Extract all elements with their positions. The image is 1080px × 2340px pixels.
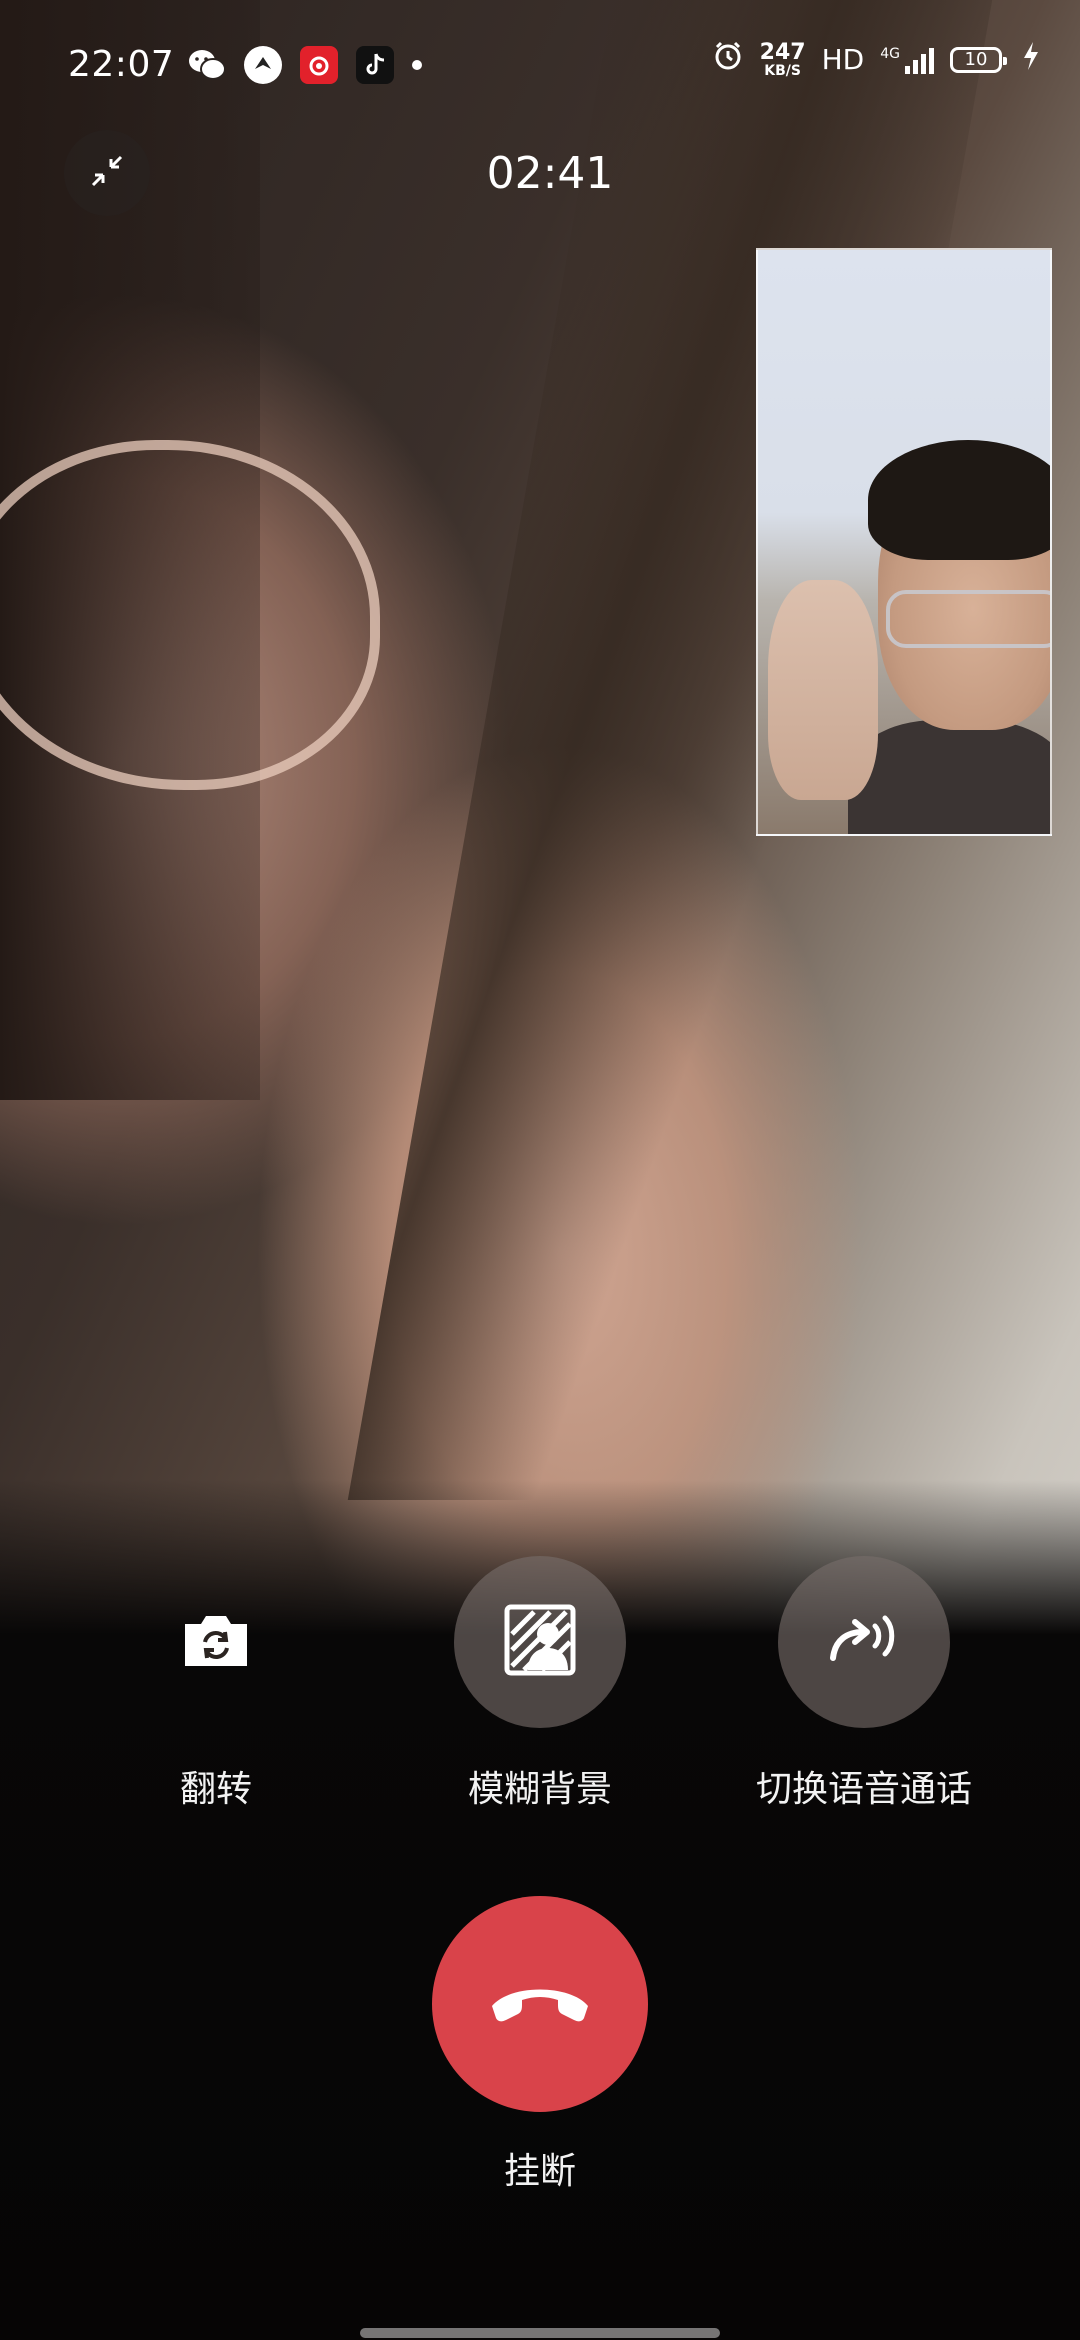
hangup-control[interactable]: 挂断 [432, 1896, 648, 2194]
minimize-button[interactable] [64, 130, 150, 216]
battery-level: 10 [964, 49, 988, 70]
phone-hangup-icon [488, 1978, 592, 2030]
minimize-icon [89, 153, 125, 193]
charging-icon [1022, 41, 1040, 78]
system-icons: 247 KB/S HD 4G 10 [712, 40, 1040, 79]
network-speed: 247 KB/S [759, 39, 806, 79]
flip-camera-button[interactable] [130, 1556, 302, 1728]
call-duration: 02:41 [486, 148, 614, 199]
notification-icons [188, 46, 422, 84]
tiktok-icon [356, 46, 394, 84]
hangup-label: 挂断 [503, 2151, 576, 2192]
video-call-screen: 22:07 247 KB/S HD 4G 10 02:41 翻转 模糊背景 切换… [0, 0, 1080, 2340]
wechat-icon [188, 46, 226, 84]
switch-voice-label: 切换语音通话 [755, 1769, 972, 1810]
switch-voice-button[interactable] [778, 1556, 950, 1728]
hangup-button[interactable] [432, 1896, 648, 2112]
status-time: 22:07 [68, 44, 175, 85]
flip-camera-label: 翻转 [179, 1769, 252, 1810]
status-bar: 22:07 247 KB/S HD 4G 10 [0, 0, 1080, 130]
alarm-icon [712, 40, 744, 79]
blur-background-button[interactable] [454, 1556, 626, 1728]
netease-music-icon [300, 46, 338, 84]
battery-icon: 10 [950, 46, 1007, 73]
local-video-preview[interactable] [756, 248, 1052, 836]
blur-background-control[interactable]: 模糊背景 [420, 1556, 660, 1812]
voice-call-switch-icon [827, 1612, 901, 1672]
more-notifications-dot [412, 60, 422, 70]
hd-indicator: HD [821, 43, 865, 76]
camera-flip-icon [179, 1610, 253, 1674]
blur-background-icon [504, 1604, 576, 1680]
blur-background-label: 模糊背景 [467, 1769, 612, 1810]
signal-icon: 4G [880, 46, 934, 74]
home-indicator[interactable] [360, 2328, 720, 2338]
flip-camera-control[interactable]: 翻转 [96, 1556, 336, 1812]
switch-voice-control[interactable]: 切换语音通话 [744, 1556, 984, 1812]
circle-app-icon [244, 46, 282, 84]
